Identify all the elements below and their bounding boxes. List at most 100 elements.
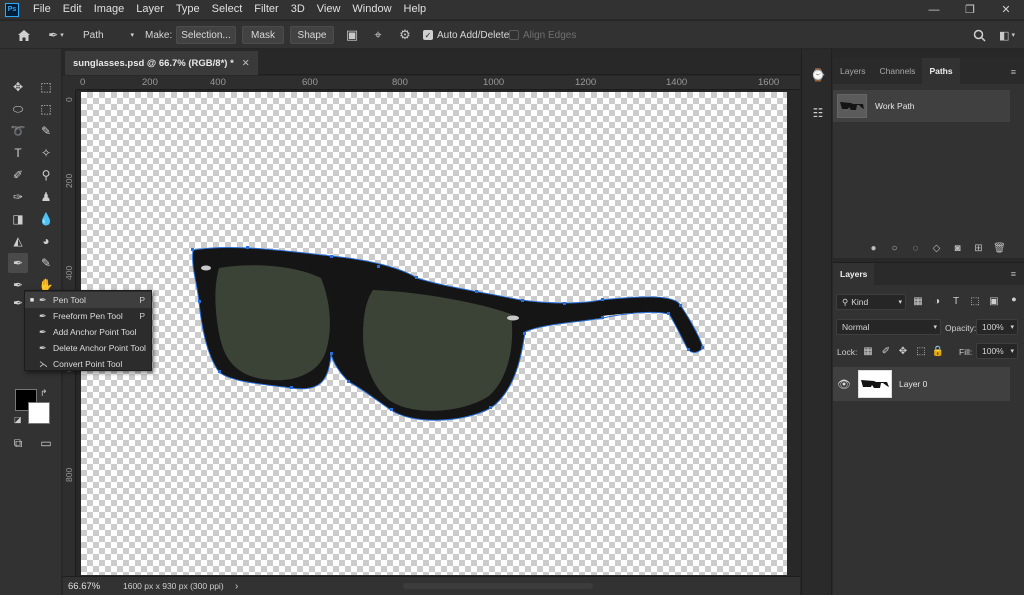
path-selection-icon[interactable]: ✎ bbox=[36, 253, 56, 273]
eraser-tool-icon[interactable]: ✑ bbox=[8, 187, 28, 207]
close-window-button[interactable]: ✕ bbox=[988, 0, 1024, 19]
blur-tool-icon[interactable]: 💧 bbox=[36, 209, 56, 229]
make-selection-button[interactable]: Selection... bbox=[176, 26, 236, 44]
type-tool-icon[interactable]: T bbox=[8, 143, 28, 163]
filter-shape-icon[interactable]: ⬚ bbox=[968, 296, 982, 307]
minimize-button[interactable]: — bbox=[916, 0, 952, 19]
paths-panel: Layers Channels Paths ≡ Work Path ● ○ ◌ … bbox=[833, 58, 1024, 258]
filter-pixel-icon[interactable]: ▦ bbox=[911, 296, 925, 307]
fill-path-icon[interactable]: ● bbox=[863, 243, 884, 254]
lock-transparent-icon[interactable]: ▦ bbox=[861, 346, 875, 357]
opacity-input[interactable]: 100% ▾ bbox=[976, 319, 1018, 335]
fill-label: Fill: bbox=[959, 347, 973, 357]
pasteboard[interactable] bbox=[77, 91, 800, 575]
magic-wand-icon[interactable]: ✧ bbox=[36, 143, 56, 163]
zoom-level[interactable]: 66.67% bbox=[68, 581, 123, 592]
path-alignment-icon[interactable]: ⌖ bbox=[369, 26, 387, 44]
tab-layers[interactable]: Layers bbox=[833, 263, 875, 285]
history-icon[interactable]: ⌚ bbox=[808, 65, 828, 85]
restore-button[interactable]: ❐ bbox=[952, 0, 988, 19]
stroke-path-icon[interactable]: ○ bbox=[884, 243, 905, 254]
filter-adjustment-icon[interactable]: ◑ bbox=[930, 296, 944, 307]
path-arrangement-icon[interactable]: ⚙ bbox=[396, 26, 414, 44]
make-shape-button[interactable]: Shape bbox=[290, 26, 334, 44]
move-tool-icon[interactable]: ✥ bbox=[8, 77, 28, 97]
flyout-freeform-pen-tool[interactable]: ✒ Freeform Pen Tool P bbox=[25, 308, 151, 324]
rectangular-marquee-icon[interactable]: ⬭ bbox=[8, 99, 28, 119]
home-icon[interactable] bbox=[14, 26, 34, 44]
background-color-swatch[interactable] bbox=[28, 402, 50, 424]
default-colors-icon[interactable]: ◪ bbox=[14, 415, 22, 424]
filter-smart-object-icon[interactable]: ▣ bbox=[987, 296, 1001, 307]
menu-layer[interactable]: Layer bbox=[130, 0, 170, 19]
menu-edit[interactable]: Edit bbox=[57, 0, 88, 19]
menu-image[interactable]: Image bbox=[88, 0, 131, 19]
path-item-work-path[interactable]: Work Path bbox=[833, 90, 1010, 122]
tab-paths[interactable]: Paths bbox=[922, 58, 960, 84]
marquee-icon[interactable]: ⬚ bbox=[36, 99, 56, 119]
eye-icon[interactable]: 👁 bbox=[833, 378, 855, 391]
layers-panel-tabs: Layers ≡ bbox=[833, 263, 1024, 285]
flyout-pen-tool[interactable]: ■ ✒ Pen Tool P bbox=[25, 292, 151, 308]
workspace-switcher[interactable]: ◧ ▾ bbox=[995, 26, 1019, 44]
layer-filter-select[interactable]: ⚲ Kind ▾ bbox=[836, 294, 906, 310]
blend-mode-select[interactable]: Normal ▾ bbox=[836, 319, 941, 335]
swap-colors-icon[interactable]: ↱ bbox=[40, 388, 48, 399]
lock-all-icon[interactable]: 🔒 bbox=[931, 346, 945, 357]
status-bar: 66.67% 1600 px x 930 px (300 ppi) › bbox=[63, 576, 800, 595]
filter-toggle-icon[interactable]: ● bbox=[1007, 294, 1021, 304]
filter-type-icon[interactable]: T bbox=[949, 296, 963, 307]
menu-type[interactable]: Type bbox=[170, 0, 206, 19]
layer-item-layer-0[interactable]: 👁 Layer 0 bbox=[833, 367, 1010, 401]
pen-tool-preset-picker[interactable]: ✒ ▾ bbox=[42, 26, 70, 44]
close-icon[interactable]: ✕ bbox=[242, 58, 250, 69]
horizontal-ruler[interactable]: 0 200 400 600 800 1000 1200 1400 1600 bbox=[76, 76, 800, 90]
load-selection-icon[interactable]: ◌ bbox=[905, 243, 926, 254]
document-tab[interactable]: sunglasses.psd @ 66.7% (RGB/8*) * ✕ bbox=[65, 51, 258, 75]
lasso-tool-icon[interactable]: ➰ bbox=[8, 121, 28, 141]
flyout-delete-anchor-point-tool[interactable]: ✒ Delete Anchor Point Tool bbox=[25, 340, 151, 356]
menu-filter[interactable]: Filter bbox=[248, 0, 284, 19]
panel-menu-icon[interactable]: ≡ bbox=[1011, 269, 1016, 279]
auto-add-delete-checkbox[interactable]: ✓ Auto Add/Delete bbox=[423, 26, 509, 44]
eyedropper-icon[interactable]: ⚲ bbox=[36, 165, 56, 185]
quick-selection-icon[interactable]: ✎ bbox=[36, 121, 56, 141]
menu-select[interactable]: Select bbox=[206, 0, 249, 19]
menu-file[interactable]: File bbox=[27, 0, 57, 19]
add-mask-icon[interactable]: ◙ bbox=[947, 243, 968, 254]
artboard-tool-icon[interactable]: ⬚ bbox=[36, 77, 56, 97]
quick-mask-icon[interactable]: ⧉ bbox=[8, 433, 28, 453]
menu-window[interactable]: Window bbox=[346, 0, 397, 19]
make-work-path-icon[interactable]: ◇ bbox=[926, 243, 947, 254]
gradient-tool-icon[interactable]: ◨ bbox=[8, 209, 28, 229]
document-canvas[interactable] bbox=[81, 92, 787, 575]
flyout-add-anchor-point-tool[interactable]: ✒ Add Anchor Point Tool bbox=[25, 324, 151, 340]
lock-artboard-icon[interactable]: ⬚ bbox=[914, 346, 928, 357]
pen-tool-icon[interactable]: ✒ bbox=[8, 253, 28, 273]
stamp-tool-icon[interactable]: ♟ bbox=[36, 187, 56, 207]
dodge-tool-icon[interactable]: ◕ bbox=[36, 231, 56, 251]
flyout-convert-point-tool[interactable]: ⋋ Convert Point Tool bbox=[25, 356, 151, 372]
menu-3d[interactable]: 3D bbox=[285, 0, 311, 19]
menu-view[interactable]: View bbox=[311, 0, 347, 19]
shape-tool-icon[interactable]: ◭ bbox=[8, 231, 28, 251]
path-mode-select[interactable]: Path ▾ bbox=[78, 26, 136, 44]
chevron-right-icon[interactable]: › bbox=[235, 581, 238, 592]
trash-icon[interactable]: 🗑 bbox=[989, 243, 1010, 254]
path-operations-icon[interactable]: ▣ bbox=[343, 26, 361, 44]
tab-layers[interactable]: Layers bbox=[833, 58, 873, 84]
panel-menu-icon[interactable]: ≡ bbox=[1011, 67, 1016, 77]
screen-mode-icon[interactable]: ▭ bbox=[36, 433, 56, 453]
tab-channels[interactable]: Channels bbox=[873, 58, 923, 84]
search-icon[interactable] bbox=[969, 26, 989, 44]
lock-position-icon[interactable]: ✥ bbox=[896, 346, 910, 357]
lock-image-icon[interactable]: ✐ bbox=[879, 346, 893, 357]
fill-input[interactable]: 100% ▾ bbox=[976, 343, 1018, 359]
properties-icon[interactable]: ☷ bbox=[808, 103, 828, 123]
brush-tool-icon[interactable]: ✐ bbox=[8, 165, 28, 185]
menu-help[interactable]: Help bbox=[398, 0, 433, 19]
horizontal-scrollbar[interactable] bbox=[403, 583, 593, 589]
new-path-icon[interactable]: ⊞ bbox=[968, 243, 989, 254]
make-mask-button[interactable]: Mask bbox=[242, 26, 284, 44]
align-edges-checkbox[interactable]: Align Edges bbox=[509, 26, 576, 44]
